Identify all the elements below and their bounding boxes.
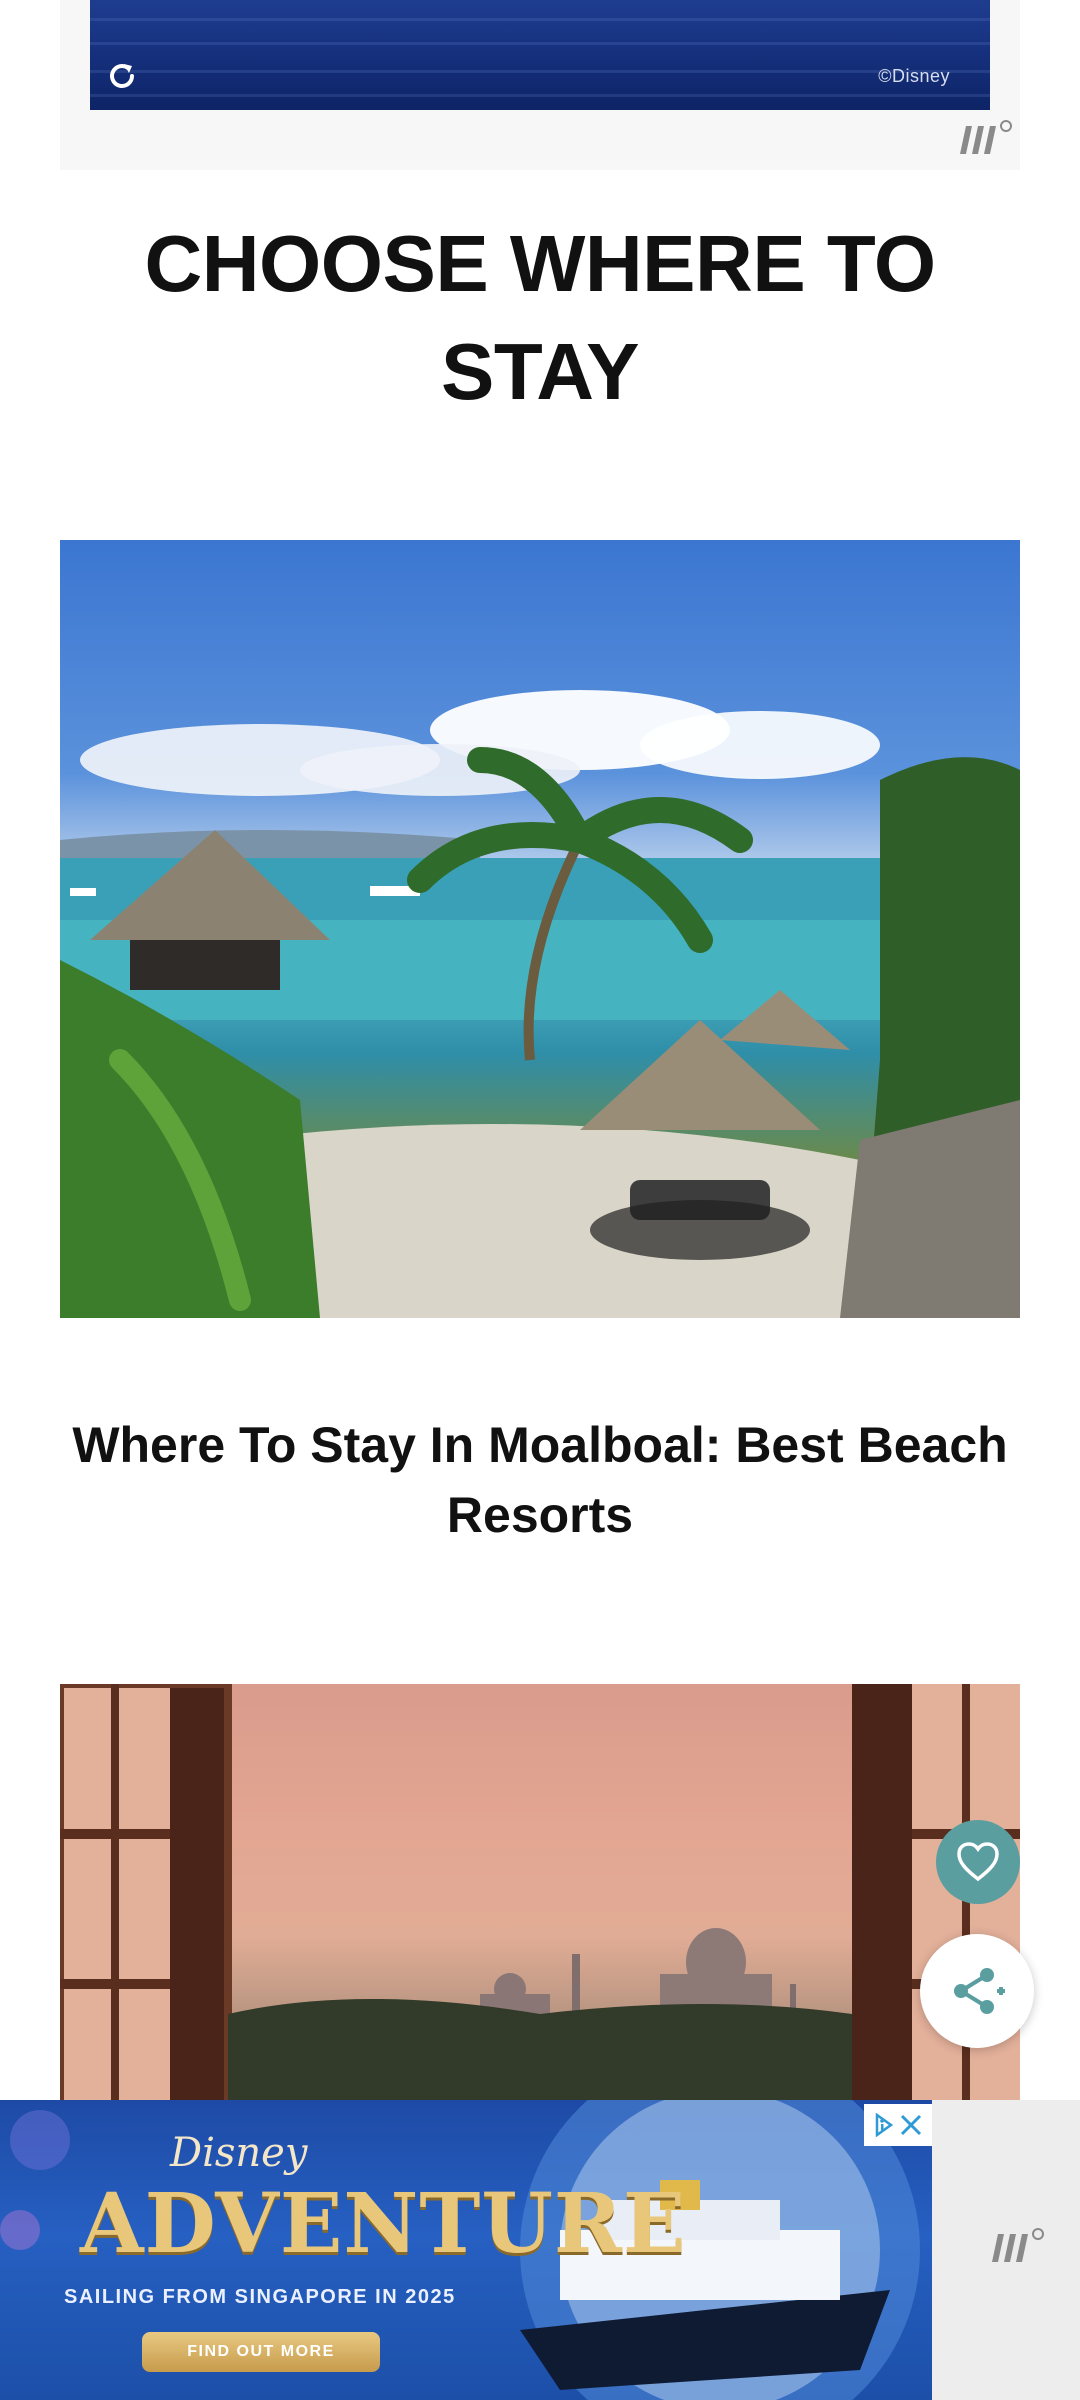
share-icon	[954, 1968, 1005, 2014]
sea-video[interactable]: ©Disney	[90, 0, 990, 110]
article-title-link[interactable]: Where To Stay In Moalboal: Best Beach Re…	[60, 1410, 1020, 1550]
copyright-text: ©Disney	[878, 66, 950, 86]
replay-icon[interactable]	[102, 56, 142, 96]
favorite-button[interactable]	[936, 1820, 1020, 1904]
bottom-sticky-ad[interactable]: Disney ADVENTURE SAILING FROM SINGAPORE …	[0, 2100, 1080, 2400]
ad-find-out-more-button[interactable]: FIND OUT MORE	[142, 2332, 380, 2372]
adchoices-icon[interactable]	[873, 2113, 893, 2137]
share-button[interactable]	[920, 1934, 1034, 2048]
heart-icon	[957, 1842, 999, 1882]
ad-side-panel	[932, 2100, 1080, 2400]
mediavine-logo-icon	[960, 120, 1012, 154]
ad-creative[interactable]: Disney ADVENTURE SAILING FROM SINGAPORE …	[0, 2100, 932, 2400]
ad-brand: Disney	[170, 2130, 308, 2176]
top-video-ad[interactable]: ©Disney	[60, 0, 1020, 170]
section-title: CHOOSE WHERE TO STAY	[144, 219, 936, 416]
beach-resort-image[interactable]	[60, 540, 1020, 1318]
ad-headline: ADVENTURE	[80, 2176, 687, 2272]
taj-mahal-image[interactable]	[60, 1684, 1020, 2104]
ad-subline: SAILING FROM SINGAPORE IN 2025	[64, 2286, 456, 2308]
close-icon[interactable]	[899, 2113, 923, 2137]
ad-close-button[interactable]	[864, 2104, 932, 2146]
mediavine-logo-icon	[992, 2228, 1044, 2262]
